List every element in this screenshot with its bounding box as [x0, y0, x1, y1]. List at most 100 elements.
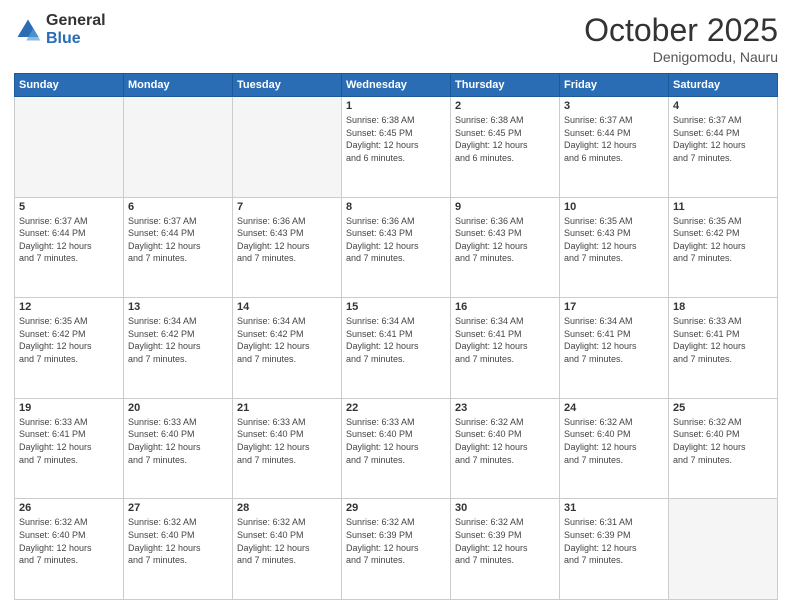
day-number: 31: [564, 502, 664, 514]
calendar-cell: [233, 97, 342, 198]
day-number: 6: [128, 201, 228, 213]
calendar-cell: 16 Sunrise: 6:34 AM Sunset: 6:41 PM Dayli…: [451, 298, 560, 399]
calendar-table: SundayMondayTuesdayWednesdayThursdayFrid…: [14, 73, 778, 600]
day-info: Sunrise: 6:35 AM Sunset: 6:43 PM Dayligh…: [564, 215, 664, 265]
day-number: 30: [455, 502, 555, 514]
day-info: Sunrise: 6:38 AM Sunset: 6:45 PM Dayligh…: [455, 114, 555, 164]
day-number: 11: [673, 201, 773, 213]
calendar-week-row: 12 Sunrise: 6:35 AM Sunset: 6:42 PM Dayli…: [15, 298, 778, 399]
calendar-cell: 27 Sunrise: 6:32 AM Sunset: 6:40 PM Dayli…: [124, 499, 233, 600]
day-info: Sunrise: 6:34 AM Sunset: 6:42 PM Dayligh…: [237, 315, 337, 365]
day-number: 14: [237, 301, 337, 313]
calendar-cell: 18 Sunrise: 6:33 AM Sunset: 6:41 PM Dayli…: [669, 298, 778, 399]
calendar-week-row: 19Sunrise: 6:33 AM Sunset: 6:41 PM Dayli…: [15, 398, 778, 499]
day-number: 3: [564, 100, 664, 112]
day-info: Sunrise: 6:36 AM Sunset: 6:43 PM Dayligh…: [346, 215, 446, 265]
day-info: Sunrise: 6:34 AM Sunset: 6:41 PM Dayligh…: [564, 315, 664, 365]
day-info: Sunrise: 6:32 AM Sunset: 6:39 PM Dayligh…: [346, 516, 446, 566]
day-info: Sunrise: 6:32 AM Sunset: 6:40 PM Dayligh…: [237, 516, 337, 566]
day-number: 4: [673, 100, 773, 112]
weekday-header-row: SundayMondayTuesdayWednesdayThursdayFrid…: [15, 74, 778, 97]
day-number: 8: [346, 201, 446, 213]
day-number: 1: [346, 100, 446, 112]
calendar-cell: 10 Sunrise: 6:35 AM Sunset: 6:43 PM Dayli…: [560, 197, 669, 298]
calendar-week-row: 5 Sunrise: 6:37 AM Sunset: 6:44 PM Daylig…: [15, 197, 778, 298]
day-info: Sunrise: 6:34 AM Sunset: 6:42 PM Dayligh…: [128, 315, 228, 365]
day-number: 12: [19, 301, 119, 313]
calendar-cell: 14 Sunrise: 6:34 AM Sunset: 6:42 PM Dayli…: [233, 298, 342, 399]
calendar-cell: [669, 499, 778, 600]
calendar-week-row: 1 Sunrise: 6:38 AM Sunset: 6:45 PM Daylig…: [15, 97, 778, 198]
day-info: Sunrise: 6:35 AM Sunset: 6:42 PM Dayligh…: [673, 215, 773, 265]
weekday-header-monday: Monday: [124, 74, 233, 97]
logo-general-label: General: [46, 12, 106, 30]
calendar-cell: 5 Sunrise: 6:37 AM Sunset: 6:44 PM Daylig…: [15, 197, 124, 298]
day-info: Sunrise: 6:32 AM Sunset: 6:40 PM Dayligh…: [673, 416, 773, 466]
day-info: Sunrise: 6:36 AM Sunset: 6:43 PM Dayligh…: [237, 215, 337, 265]
day-number: 18: [673, 301, 773, 313]
day-number: 19: [19, 402, 119, 414]
calendar-week-row: 26 Sunrise: 6:32 AM Sunset: 6:40 PM Dayli…: [15, 499, 778, 600]
day-info: Sunrise: 6:36 AM Sunset: 6:43 PM Dayligh…: [455, 215, 555, 265]
day-info: Sunrise: 6:32 AM Sunset: 6:40 PM Dayligh…: [455, 416, 555, 466]
day-info: Sunrise: 6:37 AM Sunset: 6:44 PM Dayligh…: [673, 114, 773, 164]
day-info: Sunrise: 6:32 AM Sunset: 6:40 PM Dayligh…: [128, 516, 228, 566]
day-number: 9: [455, 201, 555, 213]
day-info: Sunrise: 6:33 AM Sunset: 6:40 PM Dayligh…: [237, 416, 337, 466]
calendar-cell: 31 Sunrise: 6:31 AM Sunset: 6:39 PM Dayli…: [560, 499, 669, 600]
day-number: 20: [128, 402, 228, 414]
day-number: 16: [455, 301, 555, 313]
day-number: 27: [128, 502, 228, 514]
day-number: 23: [455, 402, 555, 414]
calendar-cell: 22Sunrise: 6:33 AM Sunset: 6:40 PM Dayli…: [342, 398, 451, 499]
calendar-cell: 25 Sunrise: 6:32 AM Sunset: 6:40 PM Dayli…: [669, 398, 778, 499]
calendar-cell: 28Sunrise: 6:32 AM Sunset: 6:40 PM Dayli…: [233, 499, 342, 600]
calendar-cell: [15, 97, 124, 198]
logo-icon: [14, 16, 42, 44]
day-info: Sunrise: 6:33 AM Sunset: 6:40 PM Dayligh…: [128, 416, 228, 466]
calendar-cell: 30 Sunrise: 6:32 AM Sunset: 6:39 PM Dayli…: [451, 499, 560, 600]
day-info: Sunrise: 6:33 AM Sunset: 6:41 PM Dayligh…: [673, 315, 773, 365]
logo-blue-label: Blue: [46, 30, 106, 48]
day-info: Sunrise: 6:34 AM Sunset: 6:41 PM Dayligh…: [455, 315, 555, 365]
weekday-header-sunday: Sunday: [15, 74, 124, 97]
day-number: 24: [564, 402, 664, 414]
calendar-cell: 15 Sunrise: 6:34 AM Sunset: 6:41 PM Dayli…: [342, 298, 451, 399]
month-title: October 2025: [584, 12, 778, 49]
weekday-header-wednesday: Wednesday: [342, 74, 451, 97]
day-info: Sunrise: 6:35 AM Sunset: 6:42 PM Dayligh…: [19, 315, 119, 365]
day-number: 26: [19, 502, 119, 514]
day-info: Sunrise: 6:34 AM Sunset: 6:41 PM Dayligh…: [346, 315, 446, 365]
calendar-cell: 21Sunrise: 6:33 AM Sunset: 6:40 PM Dayli…: [233, 398, 342, 499]
calendar-cell: 17Sunrise: 6:34 AM Sunset: 6:41 PM Dayli…: [560, 298, 669, 399]
logo: General Blue: [14, 12, 106, 47]
day-number: 13: [128, 301, 228, 313]
logo-text: General Blue: [46, 12, 106, 47]
calendar-cell: 7 Sunrise: 6:36 AM Sunset: 6:43 PM Daylig…: [233, 197, 342, 298]
day-info: Sunrise: 6:32 AM Sunset: 6:40 PM Dayligh…: [564, 416, 664, 466]
calendar-cell: 29 Sunrise: 6:32 AM Sunset: 6:39 PM Dayli…: [342, 499, 451, 600]
calendar-cell: 12 Sunrise: 6:35 AM Sunset: 6:42 PM Dayli…: [15, 298, 124, 399]
day-number: 15: [346, 301, 446, 313]
location-subtitle: Denigomodu, Nauru: [584, 49, 778, 65]
calendar-cell: 24 Sunrise: 6:32 AM Sunset: 6:40 PM Dayli…: [560, 398, 669, 499]
day-info: Sunrise: 6:31 AM Sunset: 6:39 PM Dayligh…: [564, 516, 664, 566]
day-number: 7: [237, 201, 337, 213]
calendar-cell: 19Sunrise: 6:33 AM Sunset: 6:41 PM Dayli…: [15, 398, 124, 499]
day-info: Sunrise: 6:37 AM Sunset: 6:44 PM Dayligh…: [19, 215, 119, 265]
day-number: 29: [346, 502, 446, 514]
calendar-cell: 6 Sunrise: 6:37 AM Sunset: 6:44 PM Daylig…: [124, 197, 233, 298]
day-info: Sunrise: 6:37 AM Sunset: 6:44 PM Dayligh…: [128, 215, 228, 265]
calendar-cell: 3Sunrise: 6:37 AM Sunset: 6:44 PM Daylig…: [560, 97, 669, 198]
header: General Blue October 2025 Denigomodu, Na…: [14, 12, 778, 65]
day-number: 10: [564, 201, 664, 213]
weekday-header-thursday: Thursday: [451, 74, 560, 97]
day-info: Sunrise: 6:33 AM Sunset: 6:40 PM Dayligh…: [346, 416, 446, 466]
calendar-cell: 4 Sunrise: 6:37 AM Sunset: 6:44 PM Daylig…: [669, 97, 778, 198]
day-info: Sunrise: 6:38 AM Sunset: 6:45 PM Dayligh…: [346, 114, 446, 164]
day-number: 5: [19, 201, 119, 213]
day-number: 25: [673, 402, 773, 414]
day-info: Sunrise: 6:32 AM Sunset: 6:39 PM Dayligh…: [455, 516, 555, 566]
weekday-header-saturday: Saturday: [669, 74, 778, 97]
calendar-cell: 11 Sunrise: 6:35 AM Sunset: 6:42 PM Dayli…: [669, 197, 778, 298]
